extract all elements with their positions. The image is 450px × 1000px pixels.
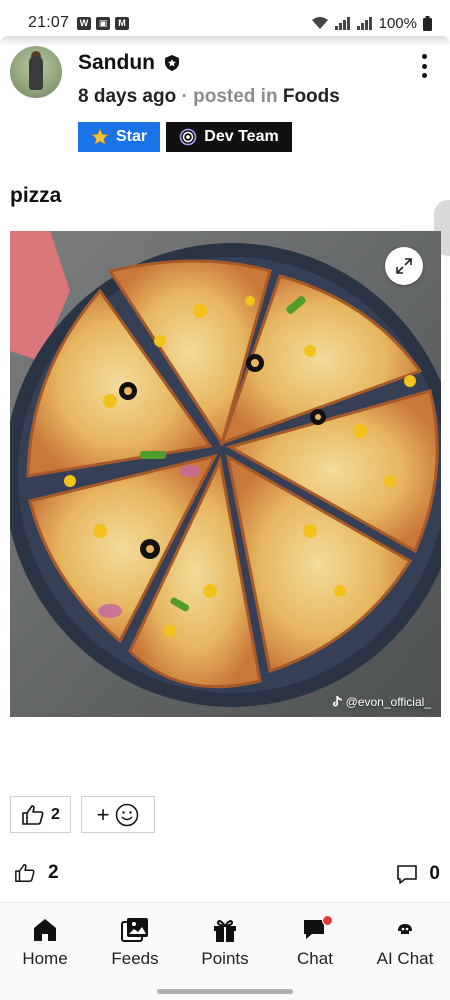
home-indicator[interactable]	[157, 989, 293, 994]
add-reaction-button[interactable]: +	[81, 796, 155, 833]
nav-points-label: Points	[201, 949, 249, 968]
signal-icon-2	[356, 17, 372, 30]
status-time: 21:07	[28, 14, 70, 31]
bottom-nav: Home Feeds Points Chat AI Chat	[0, 902, 450, 1000]
tag-dev-team-label: Dev Team	[204, 128, 279, 145]
nav-chat-label: Chat	[297, 949, 333, 968]
author-name-row[interactable]: Sandun	[78, 51, 181, 75]
plus-icon: +	[96, 801, 110, 827]
nav-feeds[interactable]: Feeds	[90, 903, 180, 1000]
pizza-photo	[10, 231, 441, 717]
nav-home[interactable]: Home	[0, 903, 90, 1000]
sheet-edge	[0, 36, 450, 46]
thumbs-up-icon	[22, 804, 44, 825]
signal-icon	[334, 17, 350, 30]
image-watermark: @evon_official_	[332, 695, 431, 709]
comment-icon	[397, 865, 418, 884]
author-name[interactable]: Sandun	[78, 51, 155, 75]
comments-count: 0	[429, 863, 440, 884]
word-app-icon: W	[77, 16, 92, 30]
chat-unread-badge	[322, 915, 333, 926]
ai-chat-icon	[398, 924, 412, 934]
gift-icon	[214, 920, 236, 942]
home-icon	[34, 919, 56, 941]
battery-percent: 100%	[378, 14, 417, 32]
feeds-icon	[121, 918, 148, 942]
post-stats: 2 0	[0, 858, 450, 892]
nav-ai-chat[interactable]: AI Chat	[360, 903, 450, 1000]
author-tags: Star Dev Team	[78, 122, 292, 152]
avatar-figure	[29, 56, 43, 90]
wifi-icon	[311, 17, 328, 29]
thumbs-up-icon	[15, 864, 35, 882]
tiktok-icon	[332, 696, 342, 707]
battery-icon	[423, 15, 432, 31]
more-options-button[interactable]	[416, 52, 432, 80]
avatar[interactable]	[10, 46, 62, 98]
tag-dev-team[interactable]: Dev Team	[166, 122, 292, 152]
gallery-icon: ▣	[96, 16, 111, 30]
post-category[interactable]: Foods	[283, 86, 340, 107]
nav-feeds-label: Feeds	[111, 949, 159, 968]
reaction-buttons: 2 +	[10, 796, 155, 833]
watermark-text: @evon_official_	[345, 695, 431, 709]
tag-star[interactable]: Star	[78, 122, 160, 152]
nav-home-label: Home	[22, 949, 68, 968]
likes-count: 2	[48, 862, 59, 883]
spiral-icon	[180, 128, 197, 146]
verified-shield-icon	[165, 55, 179, 71]
smiley-icon	[116, 803, 139, 826]
nav-ai-chat-label: AI Chat	[376, 949, 434, 968]
notification-icons: W ▣ M	[77, 16, 130, 30]
nav-chat[interactable]: Chat	[270, 903, 360, 1000]
like-button-count: 2	[51, 805, 60, 823]
expand-icon	[396, 258, 412, 274]
status-right: 100%	[311, 15, 432, 32]
like-button[interactable]: 2	[10, 796, 71, 833]
post-title: pizza	[10, 184, 62, 207]
post-image[interactable]: @evon_official_	[10, 231, 441, 717]
comments-stat[interactable]: 0	[395, 862, 440, 886]
nav-points[interactable]: Points	[180, 903, 270, 1000]
expand-image-button[interactable]	[385, 247, 423, 285]
posted-in-label: · posted in	[181, 86, 278, 107]
post-header: Sandun 8 days ago · posted in Foods Star…	[0, 46, 450, 166]
post-meta: 8 days ago · posted in Foods	[78, 86, 340, 108]
gmail-icon: M	[115, 16, 130, 30]
star-icon	[91, 128, 109, 145]
likes-stat[interactable]: 2	[14, 862, 59, 884]
post-age: 8 days ago	[78, 86, 177, 107]
tag-star-label: Star	[115, 128, 148, 145]
